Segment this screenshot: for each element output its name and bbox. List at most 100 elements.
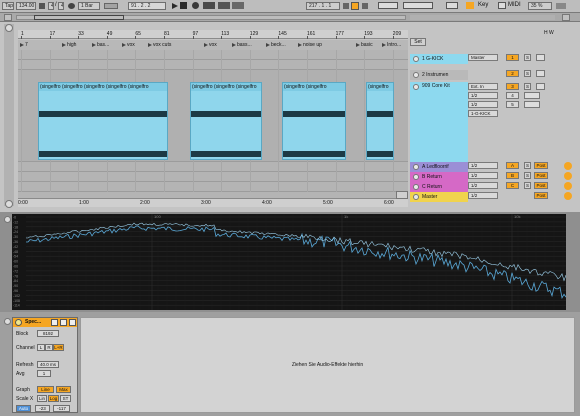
return-b-output-select[interactable]: 1/2 bbox=[468, 172, 498, 179]
channel-stereo-button[interactable]: L+R bbox=[53, 344, 64, 351]
session-record-button[interactable] bbox=[232, 2, 244, 9]
loop-switch[interactable] bbox=[351, 2, 359, 10]
key-map-label[interactable]: Key bbox=[478, 2, 488, 8]
master-knob-icon[interactable] bbox=[564, 192, 572, 200]
return-header-b[interactable]: B Return bbox=[410, 172, 468, 182]
track-activator-3[interactable]: 3 bbox=[506, 83, 519, 90]
master-output-select[interactable]: 1/2 bbox=[468, 192, 498, 199]
track-fold-icon[interactable] bbox=[413, 164, 419, 170]
return-header-c[interactable]: C Return bbox=[410, 182, 468, 192]
track-fold-icon[interactable] bbox=[413, 72, 419, 78]
arm-button-1[interactable] bbox=[536, 54, 545, 61]
return-post-b[interactable]: Post bbox=[534, 172, 548, 179]
device-title-bar[interactable] bbox=[13, 318, 77, 327]
return-post-a[interactable]: Post bbox=[534, 162, 548, 169]
metronome-dots-icon[interactable] bbox=[39, 3, 45, 9]
audio-clip[interactable]: (singelfron bbox=[366, 82, 394, 160]
solo-button-1[interactable]: S bbox=[524, 54, 531, 61]
volume-field[interactable]: 4 bbox=[506, 92, 519, 99]
track-fold-icon[interactable] bbox=[413, 184, 419, 190]
return-solo-a[interactable]: S bbox=[524, 162, 531, 169]
track-fold-icon[interactable] bbox=[413, 194, 419, 200]
range-auto-button[interactable]: Auto bbox=[16, 405, 31, 412]
audio-clip[interactable]: (singelfron(singelfron(singelfron(singel… bbox=[38, 82, 168, 160]
range-min-field[interactable]: -23 bbox=[35, 405, 50, 412]
overdub-button[interactable] bbox=[203, 2, 215, 9]
return-c-knob-icon[interactable] bbox=[564, 182, 572, 190]
overview-left-button[interactable] bbox=[4, 14, 12, 21]
audio-effect-drop-zone[interactable]: Ziehen Sie Audio-Effekte hierhin bbox=[80, 317, 575, 413]
loop-end-position[interactable]: 217 . 1 . 1 bbox=[306, 2, 340, 10]
solo-button-2[interactable]: S bbox=[524, 70, 531, 77]
return-activator-b[interactable]: B bbox=[506, 172, 519, 179]
track-name[interactable]: C Return bbox=[422, 184, 442, 190]
sidechain-source-select[interactable]: 1-G-KICK bbox=[468, 110, 498, 117]
meter-denominator[interactable]: 4 bbox=[58, 2, 64, 10]
avg-field[interactable]: 1 bbox=[37, 370, 51, 377]
locator-marker[interactable]: vox bbox=[204, 42, 217, 48]
key-map-toggle[interactable] bbox=[446, 2, 458, 9]
device-expand-icon[interactable] bbox=[51, 319, 58, 326]
lane-return-b[interactable] bbox=[18, 172, 408, 182]
device-title[interactable]: Spec... bbox=[25, 319, 41, 326]
lane-return-c[interactable] bbox=[18, 182, 408, 192]
locator-marker[interactable]: 7 bbox=[20, 42, 28, 48]
tempo-field[interactable]: 134.00 bbox=[16, 2, 36, 10]
return-c-output-select[interactable]: 1/2 bbox=[468, 182, 498, 189]
computer-midi-keyboard-button[interactable] bbox=[403, 2, 433, 9]
locator-marker[interactable]: vox bbox=[122, 42, 135, 48]
punch-in-icon[interactable] bbox=[343, 3, 349, 9]
track-name[interactable]: Master bbox=[422, 194, 437, 200]
locator-marker[interactable]: noise up bbox=[298, 42, 322, 48]
analyzer-fold-icon[interactable] bbox=[4, 216, 11, 223]
track-fold-icon[interactable] bbox=[413, 174, 419, 180]
tap-tempo-button[interactable]: Tap bbox=[2, 2, 14, 10]
return-a-knob-icon[interactable] bbox=[564, 162, 572, 170]
track-name[interactable]: B Return bbox=[422, 174, 442, 180]
play-icon[interactable] bbox=[172, 3, 178, 9]
track-fold-icon[interactable] bbox=[413, 84, 419, 90]
locator-marker[interactable]: bas... bbox=[92, 42, 109, 48]
graph-line-button[interactable]: Line bbox=[37, 386, 54, 393]
return-b-knob-icon[interactable] bbox=[564, 172, 572, 180]
audio-clip[interactable]: (singelfron(singelfron(singelfron bbox=[190, 82, 262, 160]
time-ruler[interactable]: 0:00 1:00 2:00 3:00 4:00 5:00 6:00 bbox=[18, 198, 408, 207]
automation-arm-button[interactable] bbox=[218, 2, 230, 9]
solo-button-3[interactable]: S bbox=[524, 83, 531, 90]
range-max-field[interactable]: -117 bbox=[53, 405, 70, 412]
device-save-icon[interactable] bbox=[69, 319, 76, 326]
track-name[interactable]: 909 Core Kit bbox=[422, 83, 450, 89]
arm-button-3[interactable] bbox=[536, 83, 545, 90]
draw-mode-button[interactable] bbox=[378, 2, 398, 9]
device-power-icon[interactable] bbox=[15, 319, 22, 326]
return-activator-c[interactable]: C bbox=[506, 182, 519, 189]
browser-toggle-icon[interactable] bbox=[5, 24, 13, 32]
device-hotswap-icon[interactable] bbox=[60, 319, 67, 326]
locator-marker[interactable]: basic bbox=[356, 42, 373, 48]
track-header-2[interactable]: 2 Instrumen bbox=[410, 70, 468, 80]
track-activator-2[interactable]: 2 bbox=[506, 70, 519, 77]
pan-field[interactable]: 5 bbox=[506, 101, 519, 108]
follow-button[interactable] bbox=[104, 3, 118, 9]
channel-left-button[interactable]: L bbox=[37, 344, 45, 351]
locator-marker[interactable]: vox cuts bbox=[148, 42, 171, 48]
track-activator-1[interactable]: 1 bbox=[506, 54, 519, 61]
input-type-select[interactable]: Ext. In bbox=[468, 83, 498, 90]
arm-button-2[interactable] bbox=[536, 70, 545, 77]
lane-return-a[interactable] bbox=[18, 162, 408, 172]
panel-toggle-icon[interactable] bbox=[5, 200, 13, 208]
block-select[interactable]: 8192 bbox=[37, 330, 59, 337]
track-name[interactable]: 1 G-KICK bbox=[422, 56, 443, 62]
stop-icon[interactable] bbox=[180, 2, 187, 9]
device-fold-icon[interactable] bbox=[4, 318, 11, 325]
track-name[interactable]: A Ledfloorrif bbox=[422, 164, 449, 170]
beat-time-ruler[interactable]: 1 17 33 49 65 81 97 113 129 145 161 177 193 209 bbox=[18, 30, 408, 39]
locator-marker[interactable]: bass... bbox=[232, 42, 252, 48]
spectrum-analyzer[interactable]: -6-12-18-24-30-36-42-48-54-60-66-72-78-8… bbox=[12, 214, 566, 310]
zoom-buttons[interactable] bbox=[396, 191, 408, 199]
return-solo-c[interactable]: S bbox=[524, 182, 531, 189]
output-routing-select[interactable]: Master bbox=[468, 54, 498, 61]
return-solo-b[interactable]: S bbox=[524, 172, 531, 179]
lane-instrument[interactable] bbox=[18, 60, 408, 70]
track-name[interactable]: 2 Instrumen bbox=[422, 72, 448, 78]
